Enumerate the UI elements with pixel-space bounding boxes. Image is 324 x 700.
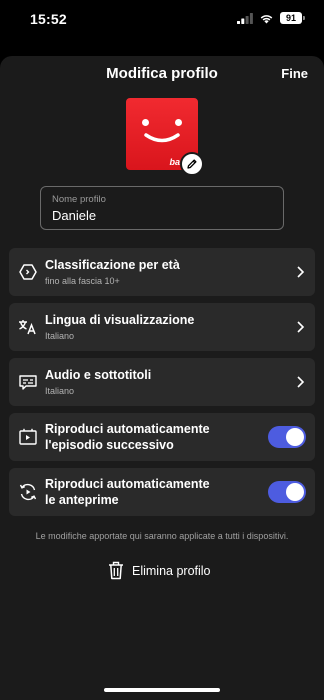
subtitles-icon bbox=[18, 372, 38, 392]
setting-subtitle: Italiano bbox=[45, 386, 75, 396]
profile-name-field[interactable]: Nome profilo Daniele bbox=[40, 186, 284, 230]
setting-row-display-language[interactable]: Lingua di visualizzazione Italiano bbox=[9, 303, 315, 351]
setting-row-audio-subtitles[interactable]: Audio e sottotitoli Italiano bbox=[9, 358, 315, 406]
page-title: Modifica profilo bbox=[106, 65, 218, 82]
status-icons: 91 bbox=[237, 12, 305, 24]
done-button[interactable]: Fine bbox=[281, 66, 308, 81]
setting-row-autoplay-previews: Riproduci automaticamente le anteprime bbox=[9, 468, 315, 516]
chevron-right-icon bbox=[297, 376, 305, 388]
autoplay-previews-icon bbox=[18, 482, 38, 502]
chevron-right-icon bbox=[297, 321, 305, 333]
setting-subtitle: fino alla fascia 10+ bbox=[45, 276, 120, 286]
edit-profile-sheet: Modifica profilo Fine bambi Nome profilo… bbox=[0, 56, 324, 700]
wifi-icon bbox=[260, 14, 273, 23]
delete-profile-button[interactable]: Elimina profilo bbox=[108, 561, 211, 580]
setting-title: Audio e sottotitoli bbox=[45, 368, 152, 382]
trash-icon bbox=[109, 561, 123, 580]
status-bar: 15:52 91 bbox=[0, 0, 324, 44]
pencil-icon bbox=[187, 159, 197, 169]
setting-title-line1: Riproduci automaticamente bbox=[45, 477, 210, 491]
setting-row-age-rating[interactable]: Classificazione per età fino alla fascia… bbox=[9, 248, 315, 296]
status-time: 15:52 bbox=[30, 11, 67, 27]
setting-subtitle: Italiano bbox=[45, 331, 75, 341]
autoplay-next-episode-toggle[interactable] bbox=[268, 426, 306, 448]
autoplay-previews-toggle[interactable] bbox=[268, 481, 306, 503]
setting-title: Classificazione per età bbox=[45, 258, 180, 272]
setting-title-line1: Riproduci automaticamente bbox=[45, 422, 210, 436]
setting-title-line2: l'episodio successivo bbox=[45, 438, 174, 452]
setting-title: Lingua di visualizzazione bbox=[45, 313, 195, 327]
home-indicator bbox=[104, 688, 220, 692]
setting-title: Riproduci automaticamente l'episodio suc… bbox=[45, 421, 210, 453]
translate-icon bbox=[18, 317, 38, 337]
profile-name-label: Nome profilo bbox=[52, 194, 106, 205]
setting-title: Riproduci automaticamente le anteprime bbox=[45, 476, 210, 508]
chevron-right-icon bbox=[297, 266, 305, 278]
toggle-knob bbox=[286, 428, 304, 446]
edit-avatar-button[interactable] bbox=[180, 152, 204, 176]
battery-indicator: 91 bbox=[280, 12, 305, 24]
delete-profile-label: Elimina profilo bbox=[132, 563, 211, 578]
profile-name-value[interactable]: Daniele bbox=[52, 208, 96, 223]
setting-row-autoplay-next-episode: Riproduci automaticamente l'episodio suc… bbox=[9, 413, 315, 461]
hexagon-rating-icon bbox=[18, 262, 38, 282]
setting-title-line2: le anteprime bbox=[45, 493, 119, 507]
next-episode-icon bbox=[18, 427, 38, 447]
toggle-knob bbox=[286, 483, 304, 501]
signal-icon bbox=[237, 12, 253, 24]
settings-footnote: Le modifiche apportate qui saranno appli… bbox=[35, 531, 289, 541]
